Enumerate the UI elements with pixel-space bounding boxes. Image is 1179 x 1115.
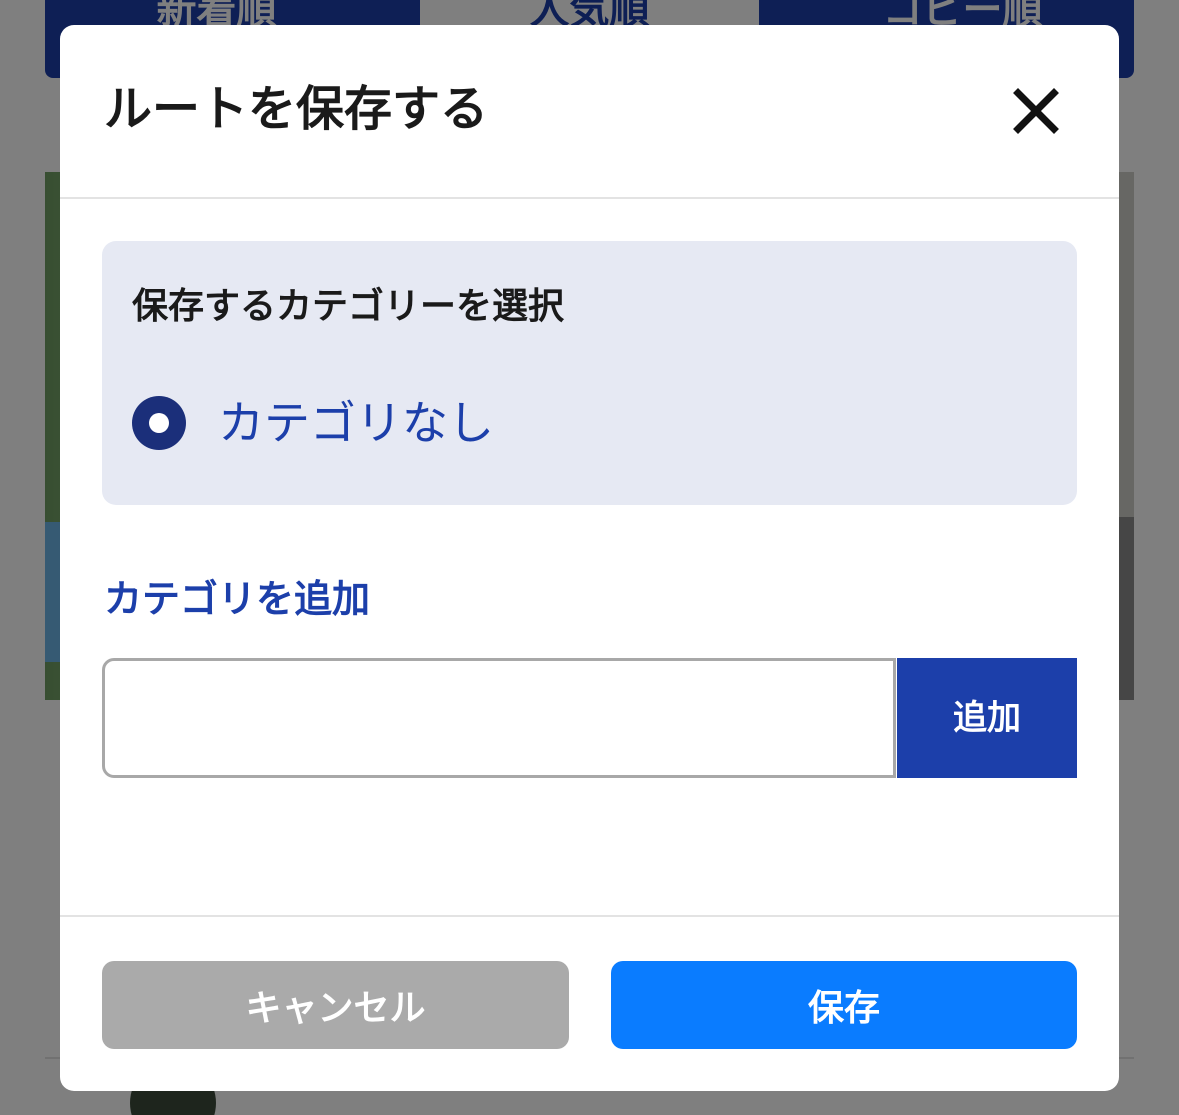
category-name-input[interactable] xyxy=(102,658,896,778)
dialog-footer: キャンセル 保存 xyxy=(60,915,1119,1091)
close-icon xyxy=(1013,88,1059,134)
page: 新着順 人気順 コピー順 ルートを保存する 保存するカテゴリーを選択 xyxy=(0,0,1179,1115)
save-button[interactable]: 保存 xyxy=(611,961,1077,1049)
cancel-button[interactable]: キャンセル xyxy=(102,961,569,1049)
add-category-label: カテゴリを追加 xyxy=(104,577,371,621)
add-category-form: 追加 xyxy=(102,658,1077,778)
category-option-label[interactable]: カテゴリなし xyxy=(218,393,494,453)
close-button[interactable] xyxy=(1006,81,1066,141)
radio-selected-icon[interactable] xyxy=(132,396,186,450)
category-option-none[interactable]: カテゴリなし xyxy=(132,391,494,455)
category-select-heading: 保存するカテゴリーを選択 xyxy=(132,286,565,327)
add-category-button[interactable]: 追加 xyxy=(897,658,1077,778)
save-route-dialog: ルートを保存する 保存するカテゴリーを選択 カテゴリなし カテゴリを追加 追加 xyxy=(60,25,1119,1091)
dialog-header: ルートを保存する xyxy=(60,25,1119,199)
category-select-panel: 保存するカテゴリーを選択 カテゴリなし xyxy=(102,241,1077,505)
dialog-title: ルートを保存する xyxy=(104,81,489,137)
radio-dot xyxy=(149,413,169,433)
